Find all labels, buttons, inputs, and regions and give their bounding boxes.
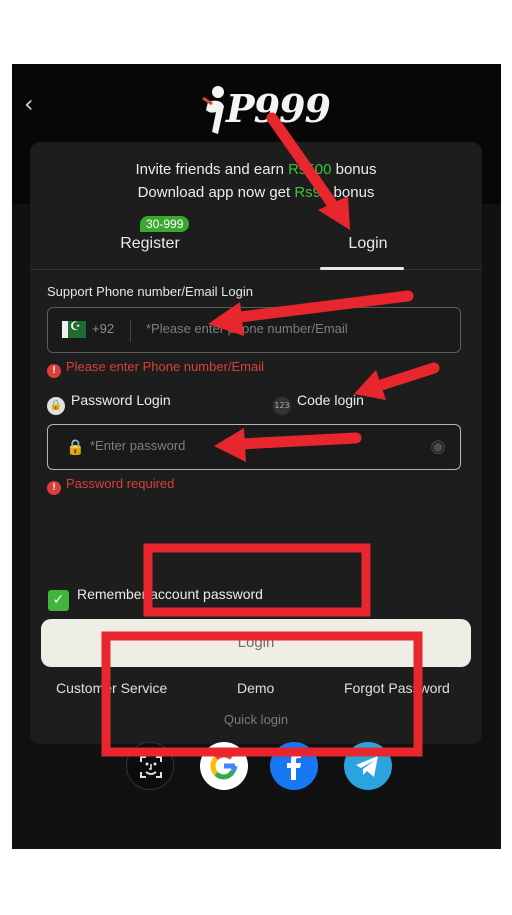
logo: P999 (200, 80, 331, 136)
password-placeholder: *Enter password (90, 438, 186, 453)
quick-login-title: Quick login (223, 712, 289, 727)
app-screen: ‹ P999 Invite friends and earn Rs500 bon… (12, 64, 501, 849)
logo-text: P999 (226, 86, 331, 131)
register-bonus-badge: 30-999 (140, 216, 190, 232)
alert-icon: ! (47, 481, 61, 495)
customer-service-link[interactable]: Customer Service (56, 680, 167, 696)
phone-error: ! Please enter Phone number/Email (47, 359, 264, 378)
phone-placeholder: *Please enter phone number/Email (146, 321, 348, 336)
alert-icon: ! (47, 364, 61, 378)
demo-link[interactable]: Demo (237, 680, 274, 696)
lock-icon: 🔒 (66, 438, 85, 456)
remember-password-checkbox[interactable]: ✓ Remember account password (48, 586, 263, 611)
password-error: ! Password required (47, 476, 174, 495)
checkmark-icon: ✓ (48, 590, 69, 611)
facebook-icon[interactable] (270, 742, 318, 790)
password-input[interactable]: 🔒 *Enter password ◉ (47, 424, 461, 470)
country-code[interactable]: +92 (92, 321, 114, 336)
pakistan-flag-icon (62, 319, 86, 338)
phone-email-input[interactable]: +92 *Please enter phone number/Email (47, 307, 461, 353)
google-icon[interactable] (200, 742, 248, 790)
login-button[interactable]: Login (41, 619, 471, 667)
tab-register[interactable]: Register (80, 230, 220, 258)
telegram-icon[interactable] (344, 742, 392, 790)
back-button[interactable]: ‹ (24, 90, 34, 118)
eye-hidden-icon[interactable]: ◉ (430, 436, 446, 457)
divider (130, 320, 131, 342)
password-login-option[interactable]: 🔒 Password Login (47, 392, 171, 415)
forgot-password-link[interactable]: Forgot Password (344, 680, 450, 696)
phone-field-label: Support Phone number/Email Login (47, 284, 253, 299)
tab-bar: Register Login (30, 230, 482, 270)
tab-underline (320, 267, 404, 270)
tab-login[interactable]: Login (298, 230, 438, 270)
code-login-option[interactable]: 123 Code login (273, 392, 364, 415)
promo-text: Invite friends and earn Rs500 bonus Down… (135, 161, 377, 201)
face-id-icon[interactable] (126, 742, 174, 790)
lock-icon: 🔒 (47, 397, 65, 415)
login-card: Invite friends and earn Rs500 bonus Down… (30, 142, 482, 790)
code-icon: 123 (273, 397, 291, 415)
